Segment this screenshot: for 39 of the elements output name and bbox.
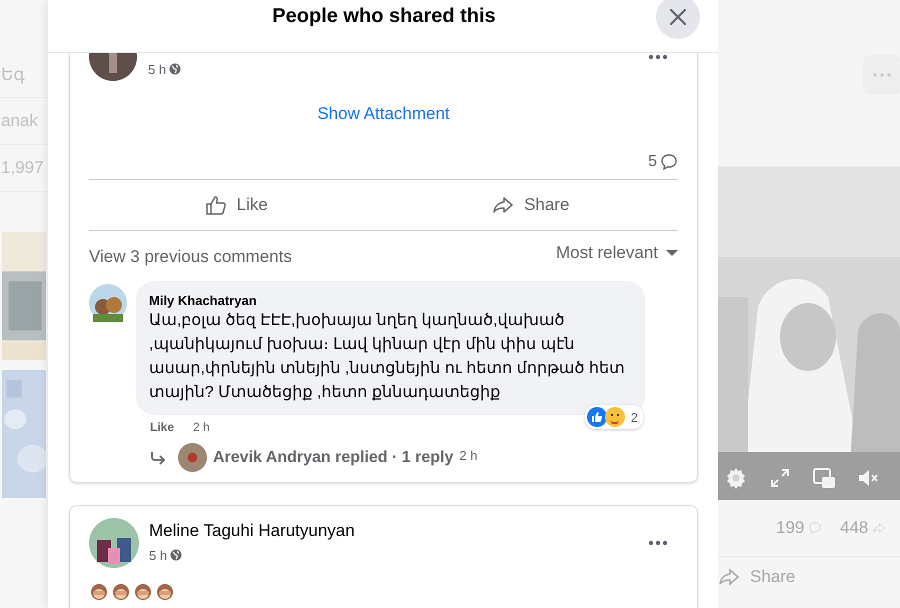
avatar — [89, 518, 139, 568]
globe-icon — [169, 63, 182, 75]
dialog-title: People who shared this — [272, 4, 496, 28]
view-previous-comments-link[interactable]: View 3 previous comments — [89, 247, 292, 267]
show-attachment-link[interactable]: Show Attachment — [317, 104, 450, 124]
comment-icon — [660, 152, 678, 170]
reply-time: 2 h — [459, 448, 478, 463]
sort-dropdown[interactable]: Most relevant — [556, 243, 678, 263]
close-button[interactable] — [656, 0, 700, 39]
globe-icon — [170, 549, 182, 561]
share-button[interactable]: Share — [384, 185, 678, 225]
avatar — [89, 53, 137, 81]
replies-link[interactable]: Arevik Andryan replied · 1 reply — [213, 448, 454, 466]
comment-count: 5 — [648, 152, 657, 170]
post-author[interactable]: Meline Taguhi Harutyunyan — [149, 521, 355, 541]
picture-in-picture-icon[interactable] — [812, 466, 836, 490]
share-icon — [718, 566, 740, 588]
comment-like-link[interactable]: Like — [150, 420, 174, 434]
comment-count: 199 — [776, 518, 804, 538]
more-icon[interactable] — [648, 540, 668, 546]
settings-icon[interactable] — [724, 466, 748, 490]
comment-text: Աա,բօլա ծեզ ԷԷԷ,խօխայա նղեղ կաղնած,վախած ,պանիկայում խօխա։ Լավ կինար վէր մին փիս պէն ասար,փրնեյին տնեյին ,նստցնեյին ու հետո մորթած հետ տային? Մտածեցիք ,հետո քննադատեցիք — [149, 311, 626, 403]
care-reaction-icon — [604, 407, 625, 427]
reply-arrow-icon — [150, 450, 166, 464]
avatar — [178, 443, 207, 472]
like-button[interactable]: Like — [89, 185, 384, 225]
post-time: 5 h — [148, 62, 166, 76]
comment-time: 2 h — [193, 420, 210, 434]
thumbs-up-icon — [204, 194, 227, 216]
post-time: 5 h — [149, 548, 168, 562]
share-count: 448 — [840, 518, 868, 538]
close-icon — [668, 7, 688, 27]
like-reaction-icon — [586, 407, 607, 427]
expand-icon[interactable] — [768, 466, 792, 490]
more-icon[interactable] — [648, 54, 668, 60]
avatar — [89, 284, 127, 322]
reactions-badge[interactable]: 2 — [584, 405, 643, 429]
caret-icon — [666, 249, 678, 257]
comment-author[interactable]: Mily Khachatryan — [149, 293, 633, 308]
